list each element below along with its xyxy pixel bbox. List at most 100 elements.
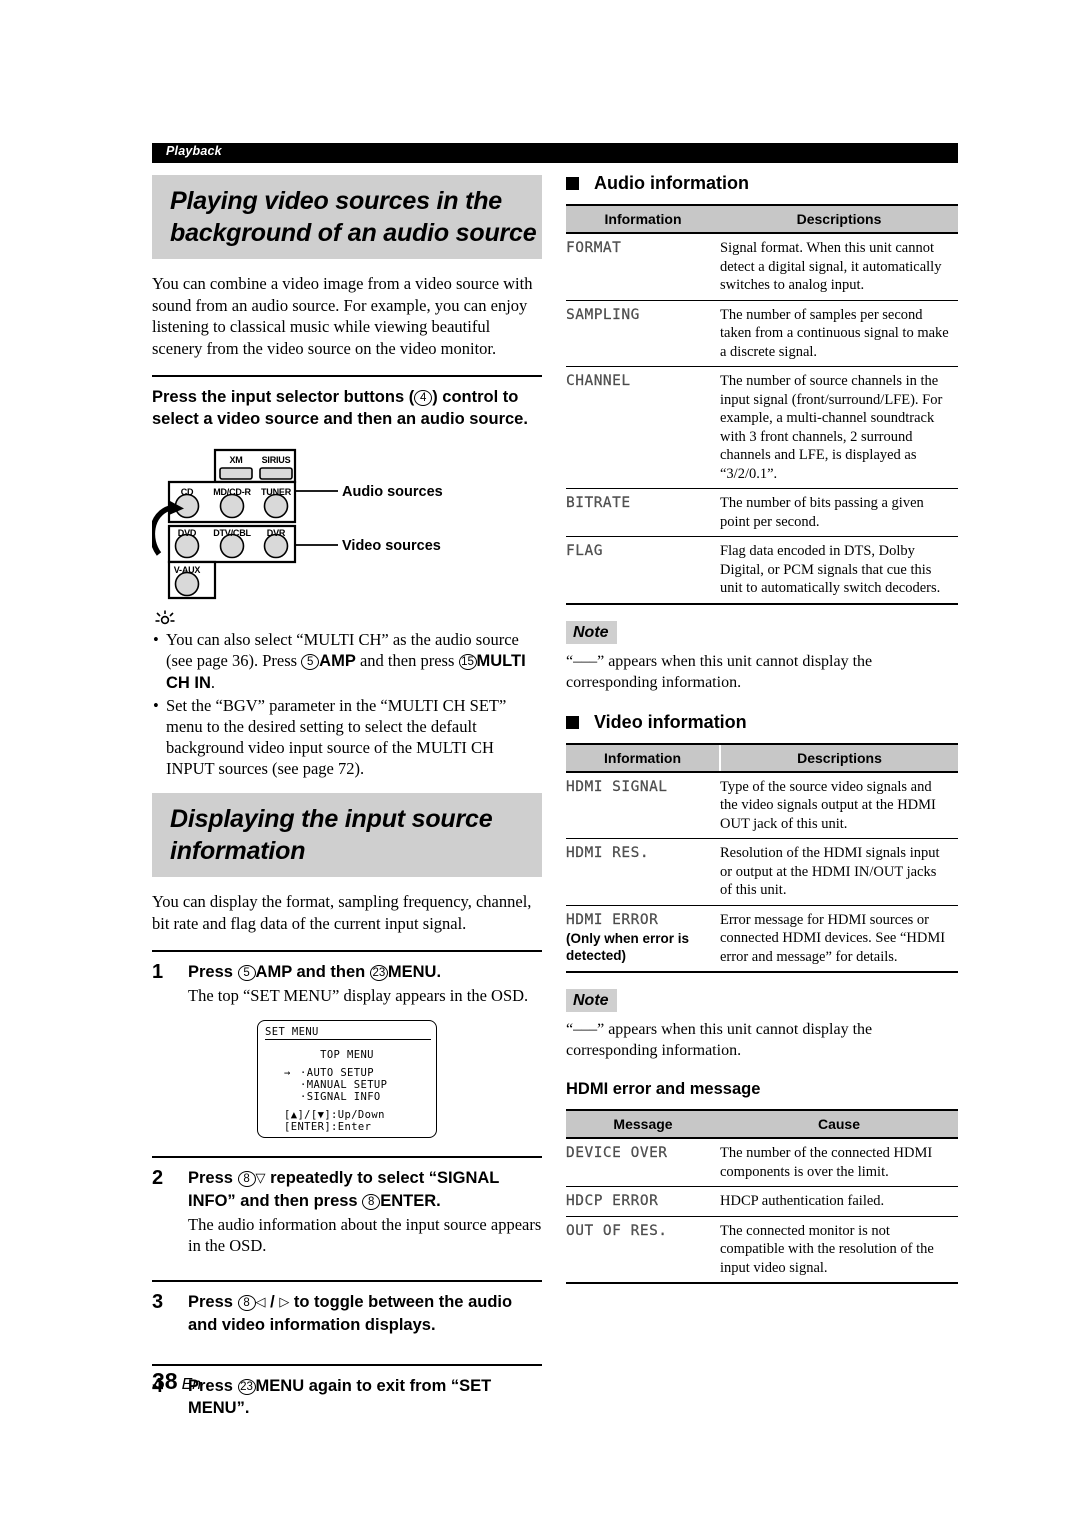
cell-desc-flag: Flag data encoded in DTS, Dolby Digital,… <box>720 536 958 605</box>
step-3-heading: Press 8 ◁ / ▷ to toggle between the audio… <box>188 1293 513 1334</box>
step-2-number: 2 <box>152 1167 164 1189</box>
button-label-v-aux: V-AUX <box>173 565 201 575</box>
note-badge-1: Note <box>566 620 617 644</box>
cell-message-device-over: DEVICE OVER <box>566 1138 720 1187</box>
step-4: 4 Press 23 MENU again to exit from “SET M… <box>152 1375 542 1419</box>
manual-page: Playback Playing video sources in the ba… <box>0 0 1080 1528</box>
note-text-2: “–––” appears when this unit cannot disp… <box>566 1021 873 1059</box>
instruction-heading: Press the input selector buttons (4) con… <box>152 388 528 428</box>
button-label-xm: XM <box>229 455 243 465</box>
column-header-information: Information <box>566 742 720 773</box>
cell-desc-bitrate: The number of bits passing a given point… <box>720 488 958 537</box>
step-2-heading: Press 8 ▽ repeatedly to select “SIGNAL IN… <box>188 1169 500 1210</box>
table-video-information: Information Descriptions HDMI SIGNAL Typ… <box>566 742 958 973</box>
cell-desc-hdmi-res: Resolution of the HDMI signals input or … <box>720 838 958 906</box>
key-number-8: 8 <box>362 1193 381 1210</box>
cell-message-hdcp-error: HDCP ERROR <box>566 1186 720 1217</box>
osd-tab-label: SET MENU <box>265 1026 431 1040</box>
divider-rule-step-1 <box>152 950 542 952</box>
key-number-15: 15 <box>458 653 477 670</box>
key-number-8: 8 <box>237 1294 256 1311</box>
button-label-dvr: DVR <box>266 528 286 538</box>
cell-info-format: FORMAT <box>566 233 720 301</box>
page-folio: 38 En <box>152 1368 201 1395</box>
table-hdmi-error-and-message: Message Cause DEVICE OVER The number of … <box>566 1109 958 1284</box>
running-head-bar: Playback <box>152 143 958 163</box>
divider-rule-step-4 <box>152 1364 542 1366</box>
column-header-descriptions: Descriptions <box>719 742 958 773</box>
key-number-4: 4 <box>414 389 433 406</box>
button-label-tuner: TUNER <box>261 487 291 497</box>
cell-info-hdmi-error: HDMI ERROR (Only when error is detected) <box>566 905 720 973</box>
cell-info-hdmi-error-condition: (Only when error is detected) <box>566 931 690 963</box>
table-row: CHANNEL The number of source channels in… <box>566 366 958 489</box>
step-2: 2 Press 8 ▽ repeatedly to select “SIGNAL … <box>152 1167 542 1256</box>
input-selector-diagram: XM SIRIUS CD MD/CD-R TUNER DVD DTV/CBL D… <box>149 448 542 600</box>
table-row: HDCP ERROR HDCP authentication failed. <box>566 1186 958 1217</box>
column-header-descriptions: Descriptions <box>720 204 958 234</box>
cell-cause-out-of-res: The connected monitor is not compatible … <box>720 1216 958 1284</box>
cell-info-channel: CHANNEL <box>566 366 720 489</box>
table-row: OUT OF RES. The connected monitor is not… <box>566 1216 958 1284</box>
diagram-svg <box>149 448 338 600</box>
right-column: Audio information Information Descriptio… <box>566 172 958 1284</box>
heading-hdmi-error-and-message: HDMI error and message <box>566 1080 761 1098</box>
key-number-8: 8 <box>237 1170 256 1187</box>
left-arrow-icon: ◁ <box>255 1295 266 1310</box>
table-header-row: Information Descriptions <box>566 204 958 234</box>
osd-cursor-arrow: → <box>284 1067 291 1079</box>
table-row: HDMI ERROR (Only when error is detected)… <box>566 905 958 973</box>
table-header-row: Message Cause <box>566 1109 958 1139</box>
note-badge-2: Note <box>566 989 617 1012</box>
osd-hint-updown: [▲]/[▼]:Up/Down <box>284 1109 385 1121</box>
heading-audio-information-label: Audio information <box>594 173 749 193</box>
table-header-row: Information Descriptions <box>566 742 958 773</box>
step-1-subtext: The top “SET MENU” display appears in th… <box>188 986 529 1005</box>
heading-video-information-label: Video information <box>594 711 747 732</box>
diagram-label-video-sources: Video sources <box>342 538 441 554</box>
diagram-label-audio-sources: Audio sources <box>342 484 443 500</box>
folio-page-number: 38 <box>152 1368 178 1394</box>
osd-hints: [▲]/[▼]:Up/Down [ENTER]:Enter <box>284 1109 385 1133</box>
running-head-label: Playback <box>166 144 222 158</box>
intro-paragraph-2: You can display the format, sampling fre… <box>152 892 532 933</box>
section-title-playing-video-sources: Playing video sources in the background … <box>152 175 542 259</box>
down-arrow-icon: ▽ <box>255 1171 266 1186</box>
tip-item-bgv: Set the “BGV” parameter in the “MULTI CH… <box>152 695 542 779</box>
heading-video-information: Video information <box>566 711 958 733</box>
step-1-number: 1 <box>152 961 164 983</box>
button-label-dtv-cbl: DTV/CBL <box>213 528 251 538</box>
cell-desc-hdmi-error: Error message for HDMI sources or connec… <box>720 905 958 973</box>
osd-item-signal-info: ·SIGNAL INFO <box>300 1091 381 1103</box>
step-3: 3 Press 8 ◁ / ▷ to toggle between the aud… <box>152 1291 542 1336</box>
heading-audio-information: Audio information <box>566 172 958 194</box>
osd-item-auto-setup: ·AUTO SETUP <box>300 1067 374 1079</box>
osd-menu-items: ·AUTO SETUP ·MANUAL SETUP ·SIGNAL INFO <box>300 1067 387 1103</box>
button-label-dvd: DVD <box>177 528 197 538</box>
table-row: HDMI RES. Resolution of the HDMI signals… <box>566 838 958 906</box>
bullet-square-icon <box>566 177 579 190</box>
button-label-md-cdr: MD/CD-R <box>213 487 251 497</box>
cell-desc-format: Signal format. When this unit cannot det… <box>720 233 958 301</box>
section-title-displaying-input-source: Displaying the input source information <box>152 793 542 877</box>
osd-item-manual-setup: ·MANUAL SETUP <box>300 1079 388 1091</box>
cell-desc-hdmi-signal: Type of the source video signals and the… <box>720 771 958 839</box>
folio-language: En <box>181 1376 202 1393</box>
bullet-square-icon <box>566 715 579 729</box>
step-1: 1 Press 5 AMP and then 23 MENU. The top “S… <box>152 961 542 1006</box>
cell-cause-hdcp-error: HDCP authentication failed. <box>720 1186 958 1217</box>
osd-top-menu-title: TOP MENU <box>320 1049 374 1061</box>
divider-rule-step-2 <box>152 1156 542 1158</box>
key-number-5: 5 <box>237 964 256 981</box>
cell-info-sampling: SAMPLING <box>566 300 720 367</box>
cell-info-hdmi-error-code: HDMI ERROR <box>566 911 659 928</box>
osd-set-menu-display: SET MENU TOP MENU → ·AUTO SETUP ·MANUAL … <box>257 1020 437 1138</box>
column-header-cause: Cause <box>720 1109 958 1139</box>
cell-info-flag: FLAG <box>566 536 720 605</box>
divider-rule <box>152 375 542 377</box>
table-row: FORMAT Signal format. When this unit can… <box>566 233 958 301</box>
cell-info-hdmi-res: HDMI RES. <box>566 838 720 906</box>
cell-info-hdmi-signal: HDMI SIGNAL <box>566 771 720 839</box>
tips-list: You can also select “MULTI CH” as the au… <box>152 629 542 779</box>
cell-desc-sampling: The number of samples per second taken f… <box>720 300 958 367</box>
